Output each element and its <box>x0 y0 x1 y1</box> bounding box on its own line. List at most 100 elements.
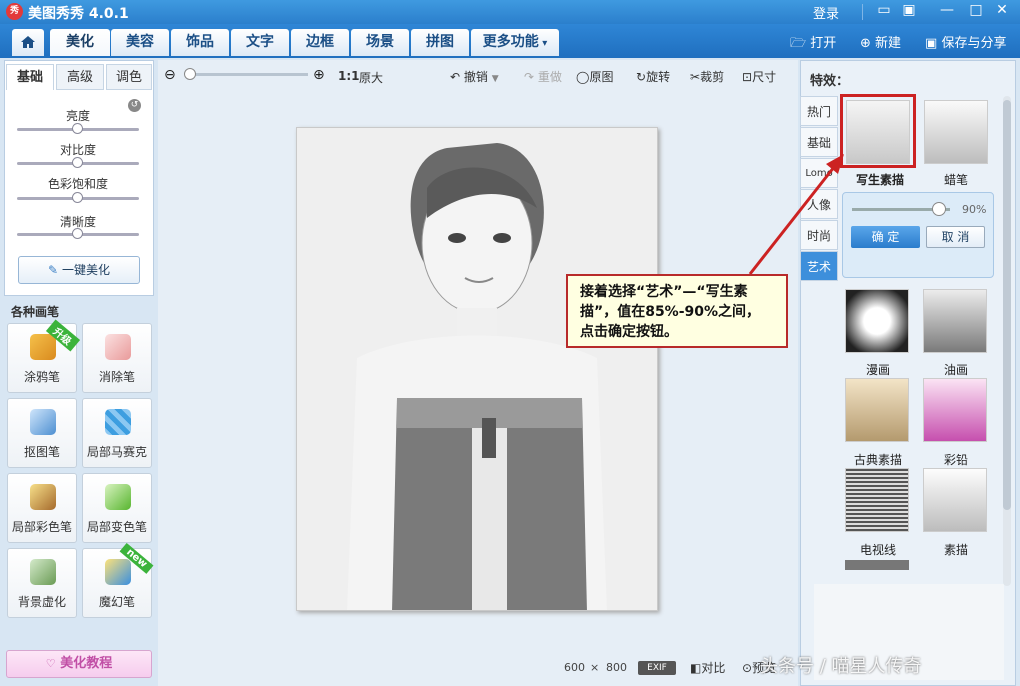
effect-color-pencil-thumb[interactable] <box>923 378 987 442</box>
size-button[interactable]: ⊡尺寸 <box>742 68 776 85</box>
redo-icon: ↷ <box>524 70 535 84</box>
effect-comic-label: 漫画 <box>865 363 890 377</box>
effect-crayon-thumb[interactable] <box>924 100 988 164</box>
open-label: 打开 <box>810 36 837 51</box>
tab-color[interactable]: 调色 <box>106 64 152 90</box>
crop-label: 裁剪 <box>700 70 725 84</box>
contrast-label: 对比度 <box>59 143 96 157</box>
original-button[interactable]: ◯原图 <box>576 68 613 85</box>
one-click-beautify-button[interactable]: ✎ 一键美化 <box>18 256 140 284</box>
brush-eraser-label: 消除笔 <box>98 370 135 384</box>
brush-section-title: 各种画笔 <box>11 305 60 319</box>
intensity-value: 90% <box>962 203 987 216</box>
brush-magic[interactable]: new 魔幻笔 <box>82 542 154 618</box>
tab-biankuang[interactable]: 边框 <box>291 29 349 56</box>
tab-advanced[interactable]: 高级 <box>56 64 104 90</box>
brush-cutout-label: 抠图笔 <box>23 445 60 459</box>
pencil-icon <box>30 334 56 360</box>
cutout-pen-icon <box>30 409 56 435</box>
save-share-button[interactable]: ▣ 保存与分享 <box>925 32 1006 51</box>
message-icon[interactable]: ▭ <box>874 2 894 18</box>
zoom-knob[interactable] <box>184 68 196 80</box>
login-link[interactable]: 登录 <box>813 3 839 22</box>
app-logo: 秀 <box>6 3 23 20</box>
eraser-icon <box>105 334 131 360</box>
exif-button[interactable]: EXIF <box>638 661 676 675</box>
tab-more[interactable]: 更多功能 ▾ <box>471 29 559 56</box>
undo-button[interactable]: ↶ 撤销 ▼ <box>450 68 499 85</box>
brush-color-change[interactable]: 局部变色笔 <box>82 473 152 543</box>
contrast-knob[interactable] <box>72 157 83 168</box>
sharpness-knob[interactable] <box>72 228 83 239</box>
tab-wenzi[interactable]: 文字 <box>231 29 289 56</box>
home-tab[interactable] <box>12 29 44 56</box>
image-height: 800 <box>606 661 627 674</box>
brush-local-color[interactable]: 局部彩色笔 <box>7 473 77 543</box>
tab-meirong[interactable]: 美容 <box>111 29 169 56</box>
circle-icon: ◯ <box>576 70 590 84</box>
brightness-knob[interactable] <box>72 123 83 134</box>
crop-button[interactable]: ✂裁剪 <box>690 68 724 85</box>
confirm-button[interactable]: 确 定 <box>851 226 920 248</box>
magic-wand-icon: ✎ <box>48 263 59 277</box>
cancel-button[interactable]: 取 消 <box>926 226 985 248</box>
mosaic-icon <box>105 409 131 435</box>
brush-doodle[interactable]: 升级 涂鸦笔 <box>7 319 81 393</box>
sketch-portrait-image <box>297 128 657 610</box>
zoom-ratio[interactable]: 1:1 <box>338 69 360 83</box>
one-click-label: 一键美化 <box>61 263 110 277</box>
tab-shipin[interactable]: 饰品 <box>171 29 229 56</box>
tab-pintu[interactable]: 拼图 <box>411 29 469 56</box>
brightness-label: 亮度 <box>65 109 90 123</box>
brush-mosaic-label: 局部马赛克 <box>86 445 147 459</box>
new-button[interactable]: ⊕ 新建 <box>860 32 901 51</box>
brush-local-color-label: 局部彩色笔 <box>11 520 72 534</box>
effect-oil-thumb[interactable] <box>923 289 987 353</box>
brush-mosaic[interactable]: 局部马赛克 <box>82 398 152 468</box>
original-size-button[interactable]: 原大 <box>359 69 383 86</box>
effect-sketch-label: 写生素描 <box>855 173 904 187</box>
edited-photo[interactable] <box>296 127 658 611</box>
maximize-icon[interactable]: □ <box>966 2 986 18</box>
menu-icon[interactable]: ▣ <box>899 2 919 18</box>
effect-sketch2-thumb[interactable] <box>923 468 987 532</box>
brush-cutout[interactable]: 抠图笔 <box>7 398 77 468</box>
compare-button[interactable]: ◧对比 <box>690 659 725 676</box>
brush-blur[interactable]: 背景虚化 <box>7 548 77 618</box>
tab-meihua[interactable]: 美化 <box>50 29 110 56</box>
folder-icon: 🗁 <box>790 36 807 51</box>
zoom-out-icon[interactable]: ⊖ <box>164 67 176 83</box>
dimension-separator: × <box>590 661 600 674</box>
effects-scrollbar-thumb[interactable] <box>1003 100 1011 510</box>
effect-comic-thumb[interactable] <box>845 289 909 353</box>
brush-blur-label: 背景虚化 <box>17 595 66 609</box>
plus-circle-icon: ⊕ <box>860 36 871 51</box>
rotate-button[interactable]: ↻旋转 <box>636 68 670 85</box>
intensity-knob[interactable] <box>932 202 946 216</box>
zoom-in-icon[interactable]: ⊕ <box>313 67 325 83</box>
effect-tv-lines-thumb[interactable] <box>845 468 909 532</box>
tutorial-button[interactable]: ♡ 美化教程 <box>6 650 152 678</box>
magic-pen-icon <box>105 559 131 585</box>
scissors-icon: ✂ <box>690 70 701 84</box>
effect-next-thumb[interactable] <box>845 560 909 570</box>
tab-basic[interactable]: 基础 <box>6 64 54 90</box>
chevron-down-icon: ▼ <box>491 74 499 84</box>
close-icon[interactable]: ✕ <box>992 2 1012 18</box>
effect-classic-sketch-thumb[interactable] <box>845 378 909 442</box>
size-label: 尺寸 <box>752 70 777 84</box>
new-label: 新建 <box>875 36 902 51</box>
open-button[interactable]: 🗁 打开 <box>790 32 836 56</box>
redo-button[interactable]: ↷ 重做 <box>524 68 562 85</box>
title-divider <box>862 4 863 20</box>
effect-sketch-thumb[interactable] <box>846 100 910 164</box>
resize-icon: ⊡ <box>742 70 753 84</box>
effect-color-pencil-label: 彩铅 <box>943 453 968 467</box>
zoom-slider[interactable] <box>188 73 308 76</box>
minimize-icon[interactable]: — <box>937 2 957 18</box>
tab-changjing[interactable]: 场景 <box>351 29 409 56</box>
image-width: 600 <box>564 661 585 674</box>
brush-eraser[interactable]: 消除笔 <box>82 323 152 393</box>
category-hot[interactable]: 热门 <box>800 96 838 126</box>
saturation-knob[interactable] <box>72 192 83 203</box>
